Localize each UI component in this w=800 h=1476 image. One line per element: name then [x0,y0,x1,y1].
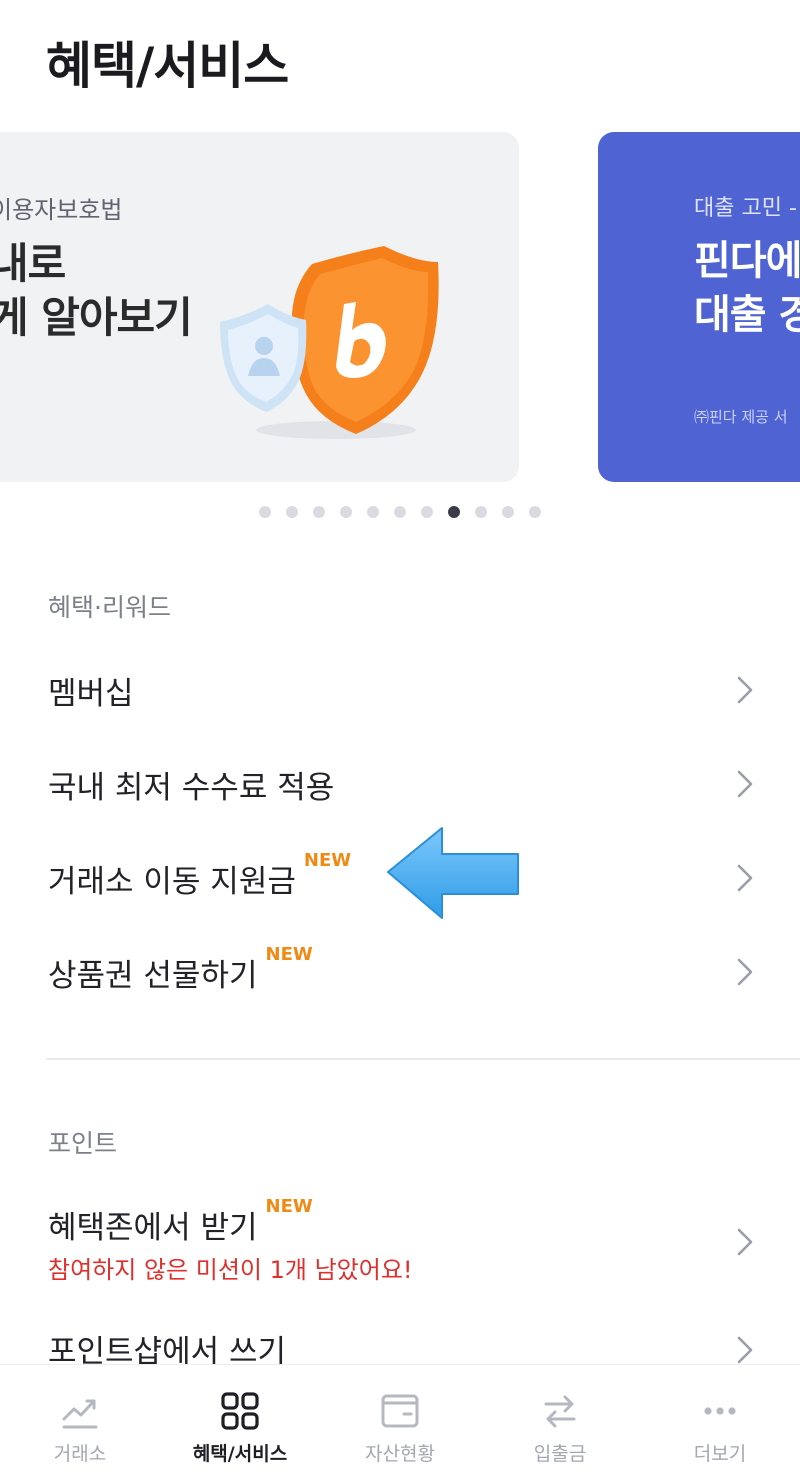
banner-headline-line-2: 대출 경 [694,292,800,338]
more-dots-icon [704,1407,736,1415]
nav-tab-label: 입출금 [533,1443,587,1465]
pagination-dot[interactable] [394,506,406,518]
chevron-right-icon [737,1336,753,1364]
pagination-dot[interactable] [259,506,271,518]
chart-trend-icon [62,1399,98,1429]
new-badge: NEW [303,850,352,871]
menu-item-label: 거래소 이동 지원금 [48,864,296,900]
pagination-dot[interactable] [475,506,487,518]
transfer-arrows-icon [544,1395,576,1428]
menu-item-label: 혜택존에서 받기 [48,1210,258,1246]
page: 혜택/서비스 이용자보호법 내로 게 알아보기 대출 고민 - 핀다에 대출 경… [0,0,800,1476]
menu-item-label: 멤버십 [48,676,134,712]
menu-item-label: 상품권 선물하기 [48,958,258,994]
nav-tab-assets[interactable]: 자산현황 [320,1365,480,1476]
chevron-right-icon [737,864,753,892]
nav-tab-label: 거래소 [53,1443,107,1465]
wallet-icon [381,1394,419,1428]
section-divider [46,1058,800,1060]
chevron-right-icon [737,770,753,798]
nav-tab-benefits-services[interactable]: 혜택/서비스 [160,1365,320,1476]
section-label-benefits: 혜택·리워드 [48,593,171,622]
nav-tab-label: 더보기 [693,1443,747,1465]
banner-headline-line-1: 핀다에 [694,238,800,284]
nav-tab-more[interactable]: 더보기 [640,1365,800,1476]
menu-item-gift-card[interactable]: 상품권 선물하기 NEW [0,944,800,1040]
annotation-arrow-icon [387,827,519,919]
shield-illustration-icon [220,246,439,439]
grid-icon [221,1392,259,1430]
nav-tab-deposit-withdraw[interactable]: 입출금 [480,1365,640,1476]
pagination-dot[interactable] [367,506,379,518]
new-badge: NEW [265,1196,313,1217]
banner-headline-line-1: 내로 [0,239,66,288]
chevron-right-icon [737,1228,753,1256]
pagination-dot[interactable] [286,506,298,518]
banner-footnote: ㈜핀다 제공 서 [694,408,788,426]
chevron-right-icon [737,676,753,704]
menu-item-benefit-zone[interactable]: 혜택존에서 받기 NEW 참여하지 않은 미션이 1개 남았어요! [0,1196,800,1312]
pagination-dot-active[interactable] [448,506,460,518]
nav-tab-exchange[interactable]: 거래소 [0,1365,160,1476]
banner-headline-line-2: 게 알아보기 [0,293,193,342]
new-badge: NEW [265,944,313,965]
menu-item-membership[interactable]: 멤버십 [0,668,800,758]
promo-banner-user-protection[interactable]: 이용자보호법 내로 게 알아보기 [0,132,519,482]
pagination-dot[interactable] [529,506,541,518]
pagination-dot[interactable] [340,506,352,518]
pagination-dot[interactable] [421,506,433,518]
section-label-points: 포인트 [48,1129,118,1158]
pagination-dot[interactable] [502,506,514,518]
page-title: 혜택/서비스 [46,37,289,95]
mission-reminder-text: 참여하지 않은 미션이 1개 남았어요! [48,1256,413,1284]
menu-item-label: 국내 최저 수수료 적용 [48,770,335,806]
chevron-right-icon [737,958,753,986]
nav-tab-label: 자산현황 [365,1443,435,1465]
bottom-navigation: 거래소 혜택/서비스 자산현황 입출금 더보기 [0,1364,800,1476]
banner-subtitle: 이용자보호법 [0,196,123,224]
banner-subtitle: 대출 고민 - [694,196,797,221]
pagination-dot[interactable] [313,506,325,518]
promo-banner-loan[interactable]: 대출 고민 - 핀다에 대출 경 ㈜핀다 제공 서 [598,132,800,482]
carousel-pagination [0,506,800,518]
nav-tab-label: 혜택/서비스 [192,1443,288,1465]
